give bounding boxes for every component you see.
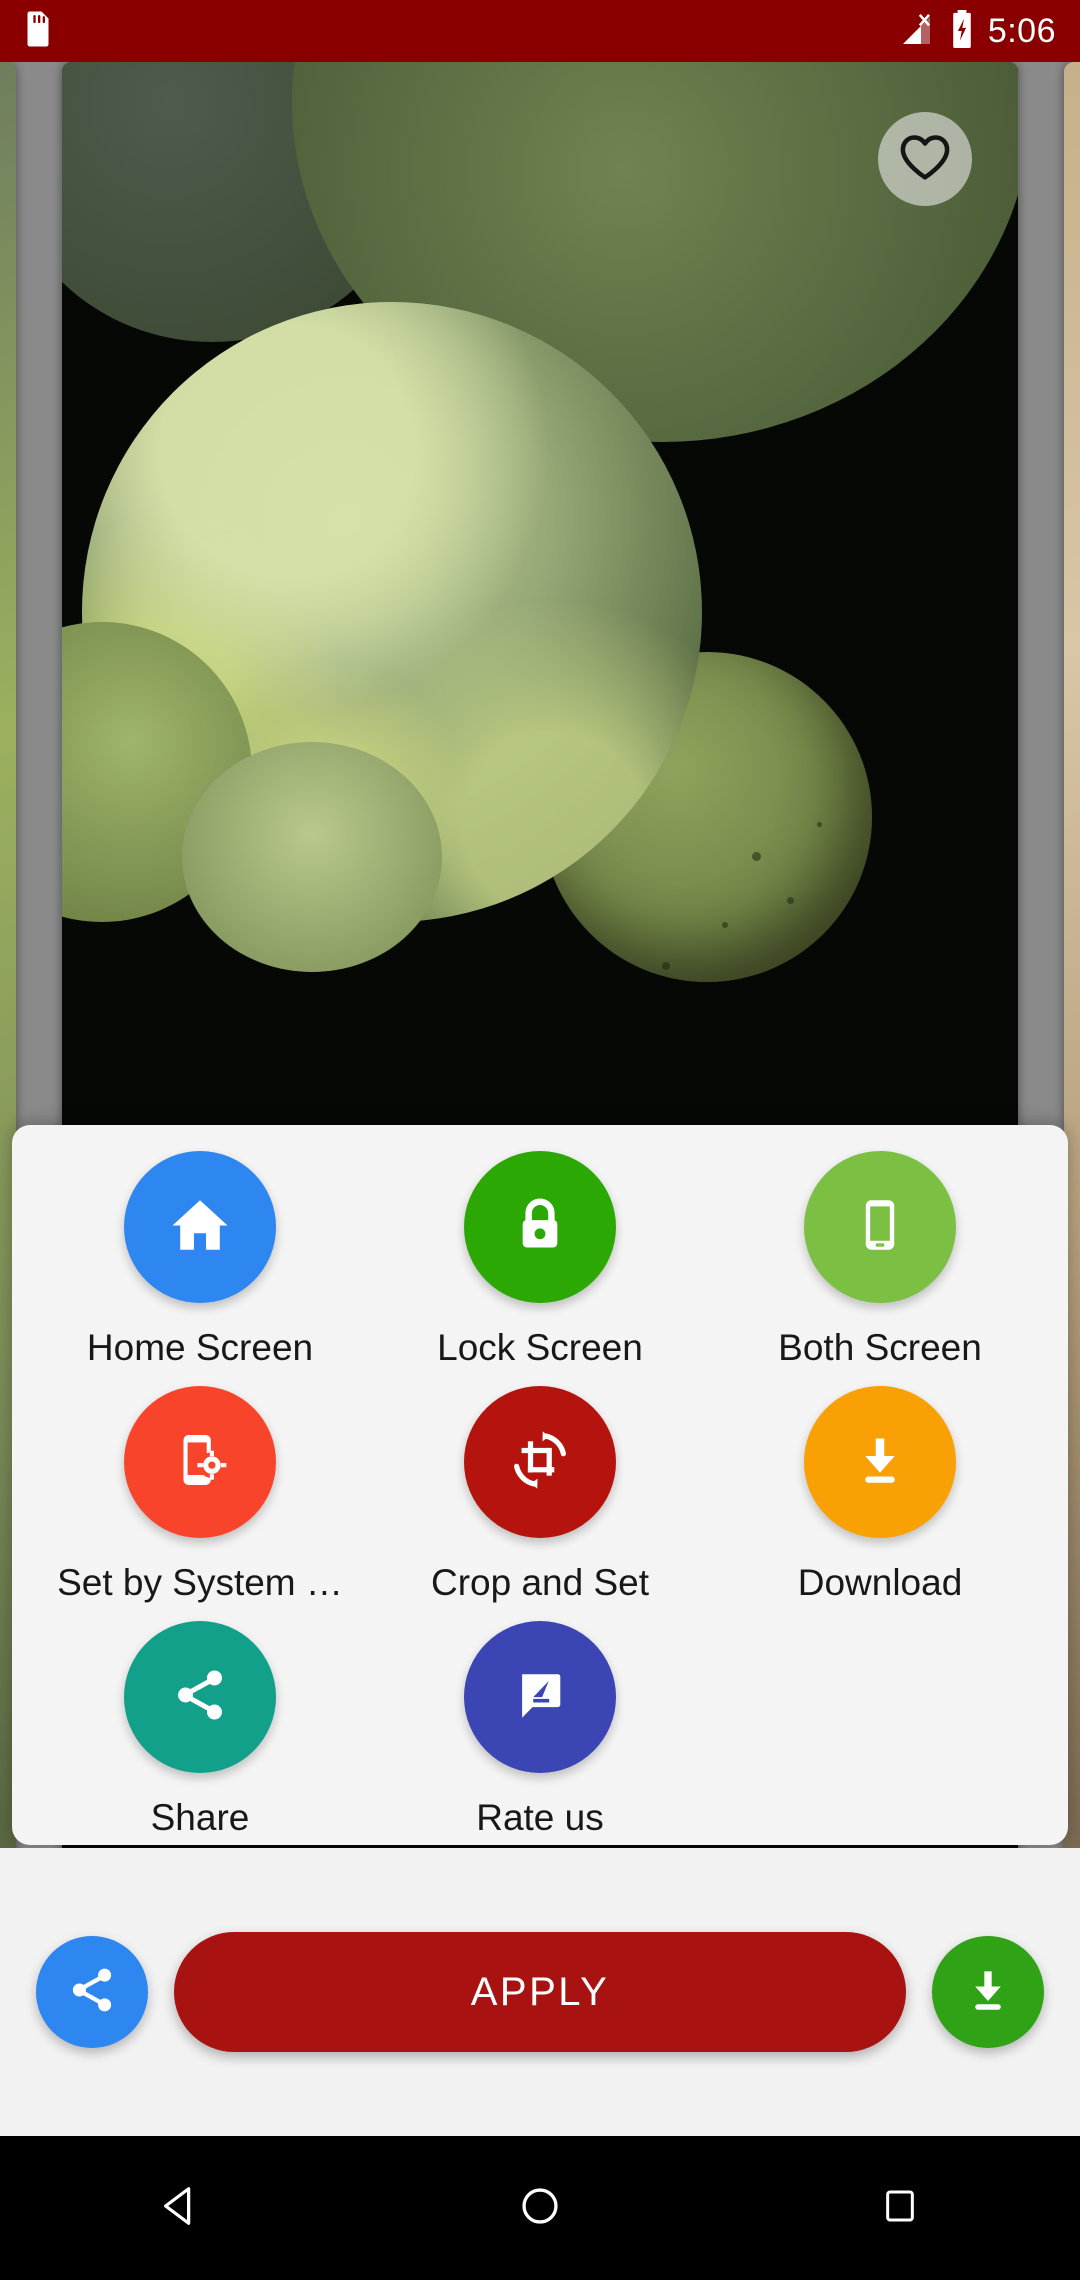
option-set-by-system-circle[interactable]: [124, 1386, 276, 1538]
option-set-by-system-label: Set by System …: [57, 1562, 343, 1603]
option-download-circle[interactable]: [804, 1386, 956, 1538]
option-both-screen-label: Both Screen: [778, 1327, 982, 1368]
option-crop-and-set[interactable]: Crop and Set: [370, 1386, 710, 1601]
option-home-screen-circle[interactable]: [124, 1151, 276, 1303]
download-icon: [850, 1430, 910, 1495]
status-bar-left: [24, 11, 52, 52]
nav-back-button[interactable]: [90, 2136, 270, 2280]
option-crop-and-set-label: Crop and Set: [430, 1562, 650, 1603]
option-rate-us-label: Rate us: [476, 1797, 604, 1838]
triangle-back-icon: [157, 2183, 203, 2234]
share-icon: [169, 1664, 231, 1731]
battery-charging-icon: [950, 9, 974, 53]
smartphone-icon: [849, 1194, 911, 1261]
option-share[interactable]: Share: [30, 1621, 370, 1836]
favorite-button[interactable]: [878, 112, 972, 206]
download-icon: [962, 1964, 1014, 2021]
sd-card-icon: [24, 11, 52, 52]
option-rate-us-circle[interactable]: [464, 1621, 616, 1773]
share-fab[interactable]: [36, 1936, 148, 2048]
option-set-by-system[interactable]: Set by System …: [30, 1386, 370, 1601]
status-bar-clock: 5:06: [987, 12, 1056, 50]
heart-outline-icon: [899, 133, 951, 186]
bottom-action-bar: APPLY: [0, 1848, 1080, 2136]
option-both-screen-circle[interactable]: [804, 1151, 956, 1303]
nav-recents-button[interactable]: [810, 2136, 990, 2280]
option-share-label: Share: [150, 1797, 250, 1838]
option-both-screen[interactable]: Both Screen: [710, 1151, 1050, 1366]
apply-options-grid: Home Screen Lock Screen Both Screen Set …: [30, 1151, 1050, 1836]
phone-settings-icon: [169, 1429, 231, 1496]
lock-icon: [509, 1194, 571, 1261]
option-lock-screen-label: Lock Screen: [437, 1327, 643, 1368]
option-rate-us[interactable]: Rate us: [370, 1621, 710, 1836]
app-screen: 5:06 Home Screen Lock Screen Both Screen…: [0, 0, 1080, 2280]
apply-options-sheet: Home Screen Lock Screen Both Screen Set …: [12, 1125, 1068, 1845]
option-lock-screen[interactable]: Lock Screen: [370, 1151, 710, 1366]
android-navigation-bar: [0, 2136, 1080, 2280]
option-download[interactable]: Download: [710, 1386, 1050, 1601]
circle-home-icon: [518, 2184, 562, 2233]
crop-rotate-icon: [507, 1427, 573, 1498]
option-download-label: Download: [797, 1562, 963, 1603]
status-bar: 5:06: [0, 0, 1080, 62]
status-bar-right: 5:06: [900, 9, 1056, 53]
home-icon: [167, 1192, 233, 1263]
nav-home-button[interactable]: [450, 2136, 630, 2280]
option-home-screen[interactable]: Home Screen: [30, 1151, 370, 1366]
download-fab[interactable]: [932, 1936, 1044, 2048]
option-crop-and-set-circle[interactable]: [464, 1386, 616, 1538]
option-share-circle[interactable]: [124, 1621, 276, 1773]
option-home-screen-label: Home Screen: [86, 1327, 314, 1368]
no-signal-icon: [900, 11, 936, 52]
option-lock-screen-circle[interactable]: [464, 1151, 616, 1303]
square-recents-icon: [880, 2186, 920, 2231]
rate-review-icon: [511, 1666, 569, 1729]
share-icon: [65, 1963, 119, 2022]
apply-button[interactable]: APPLY: [174, 1932, 906, 2052]
